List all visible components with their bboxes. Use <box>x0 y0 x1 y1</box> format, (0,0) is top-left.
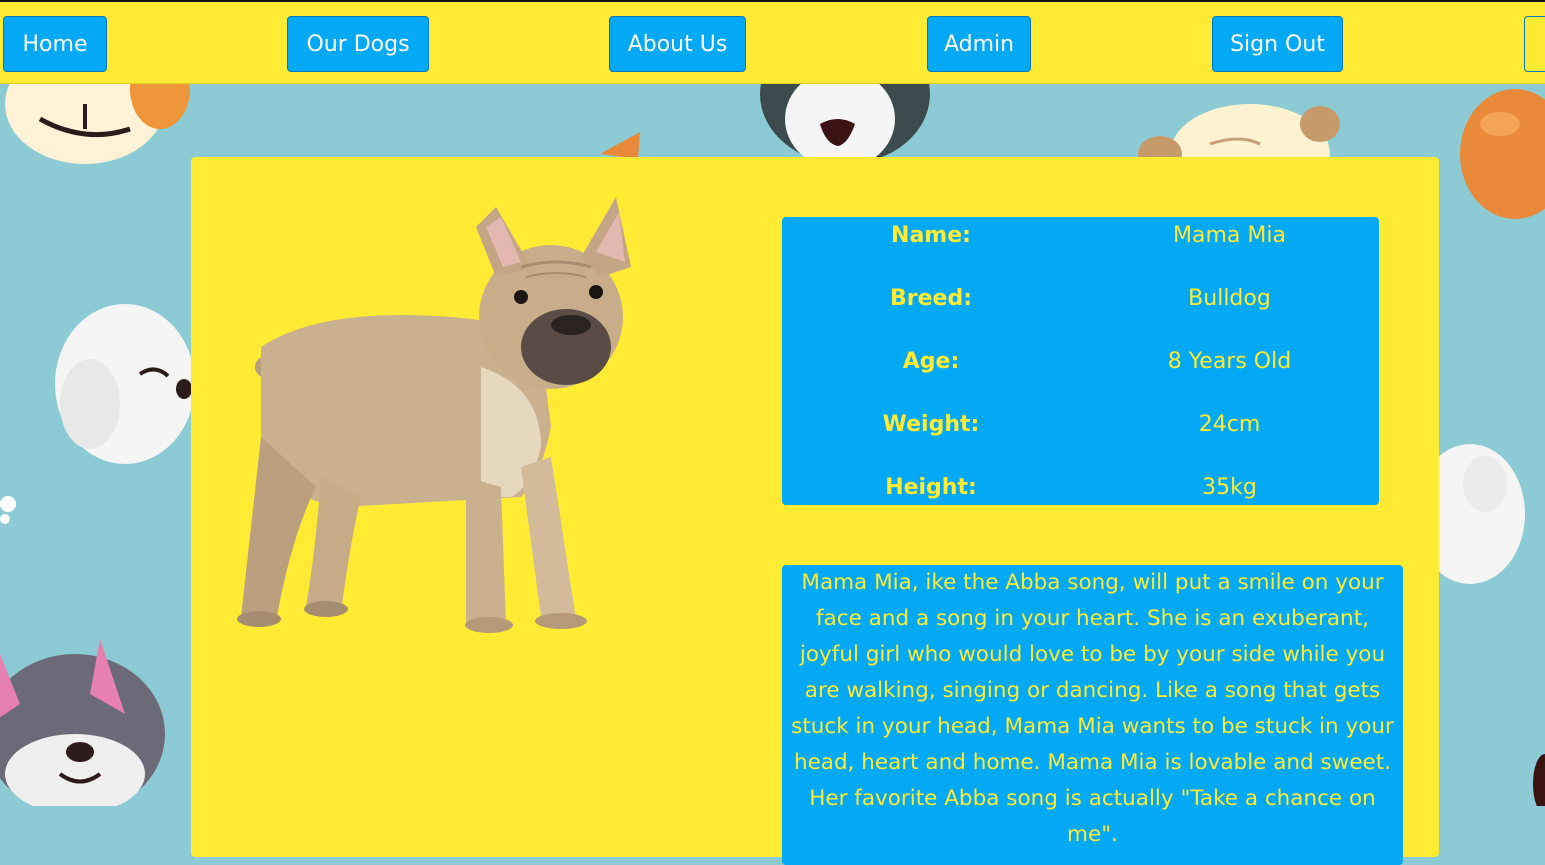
detail-label: Name: <box>891 222 971 248</box>
detail-value: 35kg <box>1202 474 1257 500</box>
detail-row-age: Age: 8 Years Old <box>782 346 1379 376</box>
cartoon-dog-face-icon <box>5 84 190 164</box>
detail-value: 8 Years Old <box>1167 348 1292 374</box>
nav-sign-out-button[interactable]: Sign Out <box>1212 16 1343 72</box>
detail-label: Height: <box>885 474 977 500</box>
top-navbar: Home Our Dogs About Us Admin Sign Out <box>0 0 1545 84</box>
detail-row-breed: Breed: Bulldog <box>782 283 1379 313</box>
detail-label: Age: <box>902 348 960 374</box>
french-bulldog-photo-icon <box>237 197 631 633</box>
cartoon-dog-face-icon <box>55 304 195 464</box>
nav-our-dogs-button[interactable]: Our Dogs <box>287 16 429 72</box>
detail-value: Bulldog <box>1188 285 1271 311</box>
detail-value: 24cm <box>1198 411 1261 437</box>
cartoon-dog-face-icon <box>0 639 165 806</box>
detail-row-name: Name: Mama Mia <box>782 220 1379 250</box>
dog-description: Mama Mia, ike the Abba song, will put a … <box>782 565 1403 865</box>
nav-about-us-button[interactable]: About Us <box>609 16 746 72</box>
detail-label: Breed: <box>889 285 972 311</box>
nav-admin-button[interactable]: Admin <box>927 16 1031 72</box>
cartoon-dog-face-icon <box>1460 89 1545 219</box>
nav-home-button[interactable]: Home <box>3 16 107 72</box>
dog-photo <box>221 197 641 647</box>
dog-details-table: Name: Mama Mia Breed: Bulldog Age: 8 Yea… <box>782 217 1379 505</box>
nav-extra-button[interactable] <box>1524 16 1545 72</box>
detail-row-height: Height: 35kg <box>782 472 1379 502</box>
detail-value: Mama Mia <box>1173 222 1286 248</box>
detail-row-weight: Weight: 24cm <box>782 409 1379 439</box>
dog-profile-card: Name: Mama Mia Breed: Bulldog Age: 8 Yea… <box>191 157 1439 865</box>
detail-label: Weight: <box>882 411 980 437</box>
